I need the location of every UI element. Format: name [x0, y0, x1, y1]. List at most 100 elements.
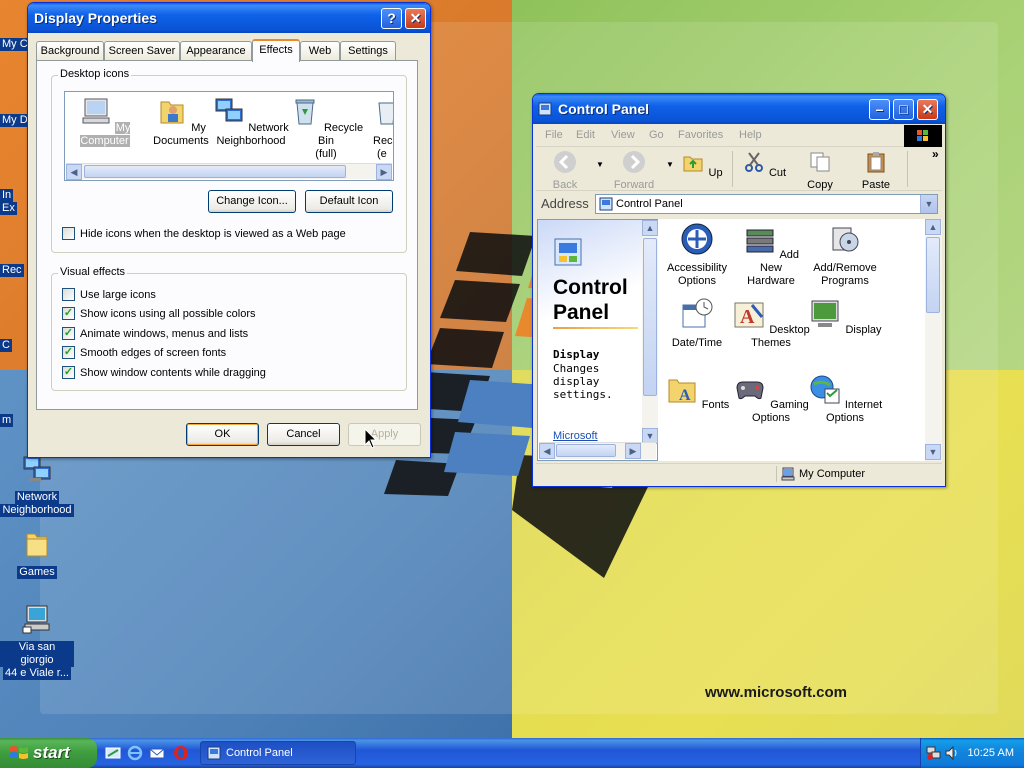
- back-button[interactable]: Back: [540, 150, 590, 191]
- up-button[interactable]: Up: [677, 150, 727, 179]
- scroll-thumb[interactable]: [926, 237, 940, 313]
- menu-help[interactable]: Help: [739, 129, 762, 141]
- maximize-button[interactable]: □: [893, 99, 914, 120]
- display-properties-titlebar[interactable]: Display Properties ? ✕: [28, 3, 430, 33]
- list-item-my-computer[interactable]: My Computer: [65, 95, 145, 148]
- address-dropdown-icon[interactable]: ▼: [920, 195, 937, 213]
- list-item-network[interactable]: Network Neighborhood: [211, 95, 291, 148]
- address-input[interactable]: Control Panel ▼: [595, 194, 938, 214]
- item-accessibility-options[interactable]: Accessibility Options: [658, 222, 736, 288]
- scroll-left-arrow-icon[interactable]: ◀: [539, 443, 555, 459]
- scroll-thumb[interactable]: [643, 238, 657, 396]
- desktop-icon-network-neighborhood[interactable]: Network Neighborhood: [0, 453, 74, 517]
- forward-dropdown-icon[interactable]: ▼: [666, 160, 674, 169]
- copy-button[interactable]: Copy: [795, 150, 845, 191]
- items-vertical-scrollbar[interactable]: ▲ ▼: [925, 219, 942, 461]
- scroll-up-arrow-icon[interactable]: ▲: [925, 219, 941, 235]
- taskbar-button-control-panel[interactable]: Control Panel: [200, 741, 356, 765]
- my-computer-small-icon: [781, 467, 795, 481]
- desktop-label-m-partial[interactable]: m: [0, 414, 14, 427]
- svg-text:A: A: [679, 387, 691, 404]
- item-add-new-hardware[interactable]: Add New Hardware: [732, 222, 810, 288]
- all-colors-checkbox[interactable]: ✓: [62, 307, 75, 320]
- desktop-label-internet-partial[interactable]: In: [0, 189, 14, 202]
- close-button[interactable]: ✕: [917, 99, 938, 120]
- clock[interactable]: 10:25 AM: [968, 738, 1014, 768]
- left-pane-horizontal-scrollbar[interactable]: ◀ ▶: [539, 442, 656, 459]
- hide-icons-checkbox[interactable]: [62, 227, 75, 240]
- list-item-recycle-bin-empty[interactable]: Rec (e: [355, 95, 393, 161]
- desktop-label-c-partial[interactable]: C: [0, 339, 12, 352]
- desktop-label-recycle-partial[interactable]: Rec: [0, 264, 24, 277]
- show-contents-checkbox[interactable]: ✓: [62, 366, 75, 379]
- menu-edit[interactable]: Edit: [576, 129, 595, 141]
- list-item-recycle-bin-full[interactable]: Recycle Bin (full): [286, 95, 366, 161]
- hide-icons-label: Hide icons when the desktop is viewed as…: [80, 228, 346, 240]
- minimize-button[interactable]: –: [869, 99, 890, 120]
- large-icons-checkbox[interactable]: [62, 288, 75, 301]
- item-fonts[interactable]: A Fonts: [658, 372, 736, 412]
- item-gaming-options[interactable]: Gaming Options: [732, 372, 810, 425]
- scroll-thumb[interactable]: [556, 444, 616, 457]
- scroll-left-arrow-icon[interactable]: ◀: [66, 164, 82, 180]
- standard-toolbar: Back ▼ Forward ▼ Up Cut Copy Paste »: [536, 147, 942, 191]
- menu-view[interactable]: View: [611, 129, 635, 141]
- default-icon-button[interactable]: Default Icon: [305, 190, 393, 213]
- item-desktop-themes[interactable]: A Desktop Themes: [732, 297, 810, 350]
- ok-button[interactable]: OK: [186, 423, 259, 446]
- control-panel-titlebar[interactable]: Control Panel – □ ✕: [533, 94, 945, 124]
- toolbar-label: Paste: [861, 179, 891, 191]
- menu-favorites[interactable]: Favorites: [678, 129, 723, 141]
- microsoft-link[interactable]: Microsoft: [553, 430, 598, 442]
- effect-label: Animate windows, menus and lists: [80, 328, 249, 340]
- network-tray-icon[interactable]: [926, 745, 942, 761]
- scroll-down-arrow-icon[interactable]: ▼: [925, 444, 941, 460]
- tab-background[interactable]: Background: [36, 41, 104, 61]
- cancel-button[interactable]: Cancel: [267, 423, 340, 446]
- tab-effects[interactable]: Effects: [252, 39, 300, 62]
- list-item-my-documents[interactable]: My Documents: [141, 95, 221, 148]
- horizontal-scrollbar[interactable]: ◀ ▶: [66, 163, 392, 180]
- paste-button[interactable]: Paste: [851, 150, 901, 191]
- scroll-right-arrow-icon[interactable]: ▶: [625, 443, 641, 459]
- desktop-icon-via-san-giorgio[interactable]: Via san giorgio 44 e Viale r...: [0, 603, 74, 680]
- outlook-express-icon[interactable]: [149, 745, 165, 761]
- menu-go[interactable]: Go: [649, 129, 664, 141]
- help-button[interactable]: ?: [381, 8, 402, 29]
- close-button[interactable]: ✕: [405, 8, 426, 29]
- volume-tray-icon[interactable]: [944, 745, 960, 761]
- item-internet-options[interactable]: Internet Options: [806, 372, 884, 425]
- scroll-thumb[interactable]: [84, 165, 346, 178]
- left-pane-vertical-scrollbar[interactable]: ▲ ▼: [642, 220, 659, 444]
- desktop-label-explorer-partial[interactable]: Ex: [0, 202, 17, 215]
- tab-screen-saver[interactable]: Screen Saver: [104, 41, 180, 61]
- opera-icon[interactable]: [173, 745, 189, 761]
- tab-settings[interactable]: Settings: [340, 41, 396, 61]
- scroll-up-arrow-icon[interactable]: ▲: [642, 220, 658, 236]
- tab-web[interactable]: Web: [300, 41, 340, 61]
- change-icon-button[interactable]: Change Icon...: [208, 190, 296, 213]
- item-display[interactable]: Display: [806, 297, 884, 337]
- scroll-right-arrow-icon[interactable]: ▶: [376, 164, 392, 180]
- apply-button[interactable]: Apply: [348, 423, 421, 446]
- show-desktop-icon[interactable]: [105, 745, 121, 761]
- item-date-time[interactable]: Date/Time: [658, 297, 736, 350]
- desktop-label-my-computer-partial[interactable]: My C: [0, 38, 30, 51]
- desktop-icon-label: Neighborhood: [0, 504, 74, 517]
- back-arrow-icon: [554, 151, 576, 173]
- toolbar-chevron-icon[interactable]: »: [932, 147, 939, 161]
- internet-options-icon: [810, 375, 840, 404]
- back-dropdown-icon[interactable]: ▼: [596, 160, 604, 169]
- tab-appearance[interactable]: Appearance: [180, 41, 252, 61]
- internet-explorer-icon[interactable]: [127, 745, 143, 761]
- animate-checkbox[interactable]: ✓: [62, 327, 75, 340]
- cut-button[interactable]: Cut: [739, 150, 789, 179]
- start-button[interactable]: start: [0, 738, 97, 768]
- desktop-icons-list[interactable]: My Computer My Documents Network Neighbo…: [64, 91, 394, 181]
- item-add-remove-programs[interactable]: Add/Remove Programs: [806, 222, 884, 288]
- microsoft-url-watermark: www.microsoft.com: [705, 684, 847, 701]
- menu-file[interactable]: File: [545, 129, 563, 141]
- smooth-fonts-checkbox[interactable]: ✓: [62, 346, 75, 359]
- forward-button[interactable]: Forward: [609, 150, 659, 191]
- desktop-icon-games[interactable]: Games: [0, 528, 74, 579]
